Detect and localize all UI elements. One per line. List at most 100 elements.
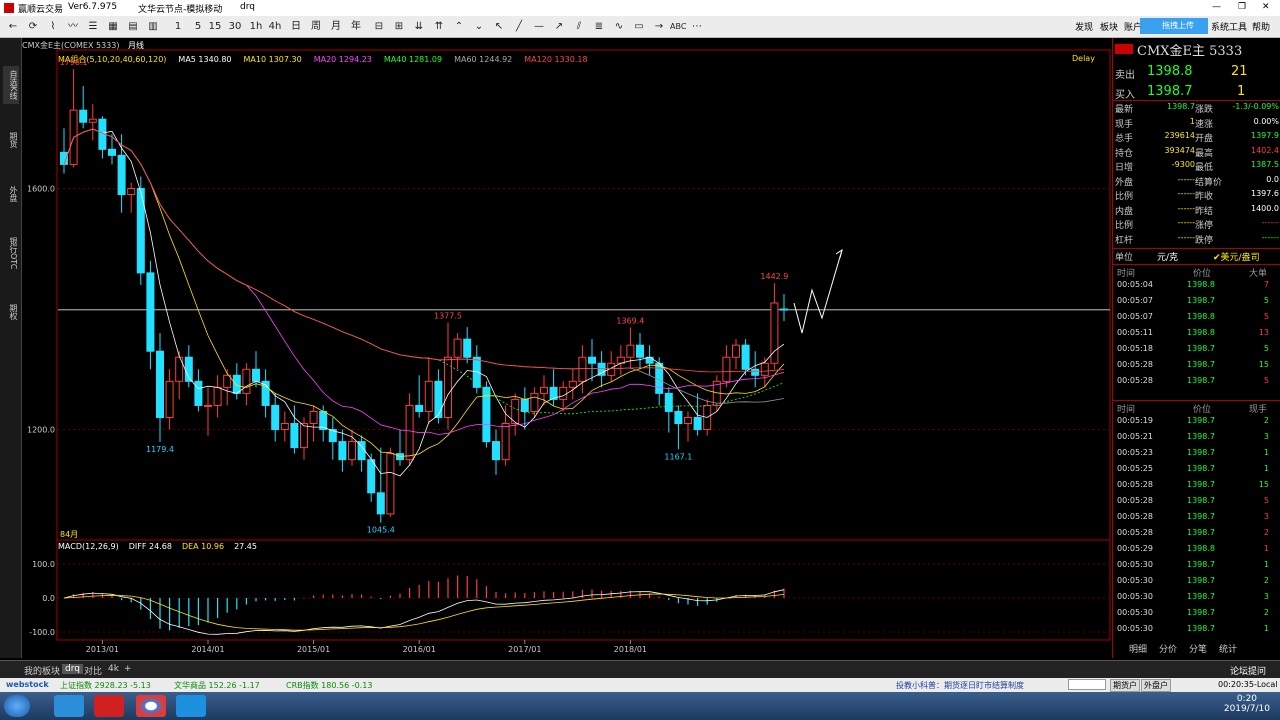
quote-footer-tab[interactable]: 统计 (1219, 642, 1237, 655)
sidebar-item-foreign[interactable]: 外盘 (3, 182, 19, 206)
period-15[interactable]: 15 (208, 19, 222, 35)
chevron-up-icon[interactable]: ⌃ (452, 19, 466, 35)
tab-my-sector[interactable]: 我的板块 (24, 664, 60, 677)
period-day[interactable]: 日 (289, 19, 303, 35)
menu-system-tools[interactable]: 系统工具 (1211, 20, 1247, 33)
arrow-icon[interactable]: → (652, 19, 666, 35)
notice-text[interactable]: 投教小科普：期货逐日盯市结算制度 (896, 680, 1024, 691)
close-icon[interactable]: ✕ (1262, 2, 1270, 12)
back-arrow-icon[interactable]: ← (6, 19, 20, 35)
zoom-out-icon[interactable]: ⊟ (372, 19, 386, 35)
sidebar-item-options[interactable]: 期权 (3, 300, 19, 324)
quote-row-value: 393474 (1164, 145, 1195, 155)
save-icon[interactable]: ▤ (126, 19, 140, 35)
period-4h[interactable]: 4h (268, 19, 282, 35)
quote-row-label: 日增 (1115, 163, 1134, 173)
quote-row-label: 现手 (1115, 119, 1134, 130)
tick-row-volume: 1 (1263, 464, 1269, 473)
minimize-icon[interactable]: — (1212, 2, 1221, 12)
bar-count-label: 84月 (60, 530, 78, 539)
period-1h[interactable]: 1h (249, 19, 263, 35)
quote-footer-tab[interactable]: 分笔 (1189, 642, 1207, 655)
tick-row-time: 00:05:28 (1117, 496, 1153, 505)
menu-sector[interactable]: 板块 (1100, 20, 1118, 33)
quote-row-value: 1398.7 (1167, 102, 1195, 111)
search-input[interactable] (1068, 679, 1106, 690)
x-tick-label: 2018/01 (614, 645, 647, 654)
cursor-icon[interactable]: ↖ (492, 19, 506, 35)
more-icon[interactable]: ⋯ (690, 19, 704, 35)
chevron-down-icon[interactable]: ⌄ (472, 19, 486, 35)
refresh-icon[interactable]: ⟳ (26, 19, 40, 35)
zoom-in-icon[interactable]: ⊞ (392, 19, 406, 35)
quote-footer-tab[interactable]: 明细 (1129, 642, 1147, 655)
index-crb[interactable]: CRB指数 180.56 -0.13 (286, 680, 372, 691)
tick-row-volume: 2 (1263, 416, 1269, 425)
wave-icon[interactable]: ∿ (612, 19, 626, 35)
buy-price[interactable]: 1398.7 (1147, 84, 1193, 99)
candle-body (88, 118, 97, 123)
x-tick-label: 2014/01 (191, 645, 224, 654)
start-button-icon[interactable] (4, 695, 30, 717)
sell-price[interactable]: 1398.8 (1147, 64, 1193, 79)
chart-panel[interactable]: CMX金E主(COMEX 5333) 月线 MA组合(5,10,20,40,60… (22, 38, 1112, 658)
trend-icon[interactable]: 〰 (66, 19, 80, 35)
move-up-icon[interactable]: ⇈ (432, 19, 446, 35)
ma-line-120 (63, 128, 785, 373)
forum-link[interactable]: 论坛提问 (1230, 664, 1266, 677)
grid-icon[interactable]: ▦ (106, 19, 120, 35)
taskbar-pin-icon[interactable] (176, 695, 206, 717)
candle-body (424, 380, 433, 412)
tick-row-volume: 2 (1263, 528, 1269, 537)
period-30[interactable]: 30 (228, 19, 242, 35)
table-icon[interactable]: ▥ (146, 19, 160, 35)
divider (1113, 264, 1280, 265)
channel-icon[interactable]: ⫽ (572, 19, 586, 35)
unit-alt-toggle[interactable]: ✔美元/盎司 (1213, 250, 1260, 263)
menu-help[interactable]: 帮助 (1252, 20, 1270, 33)
sidebar-item-watchlist[interactable]: 自选K线 (3, 66, 19, 104)
upload-button[interactable]: 拖拽上传 (1140, 18, 1208, 34)
menu-discover[interactable]: 发现 (1075, 20, 1093, 33)
futures-account-button[interactable]: 期货户 (1110, 679, 1140, 692)
big-order-row-price: 1398.7 (1187, 296, 1215, 305)
period-1[interactable]: 1 (171, 19, 185, 35)
fib-icon[interactable]: ≣ (592, 19, 606, 35)
index-wenhua[interactable]: 文华商品 152.26 -1.17 (174, 680, 260, 691)
ma-line-60 (63, 128, 785, 404)
candle-body (434, 380, 443, 418)
taskbar-app-icon[interactable] (54, 695, 84, 717)
candlestick-chart[interactable]: 1600.0 1200.0 1798.1 1179.4 1045.4 1377.5 1369… (22, 38, 1112, 658)
period-week[interactable]: 周 (309, 19, 323, 35)
restore-icon[interactable]: ❐ (1238, 2, 1246, 12)
period-month[interactable]: 月 (329, 19, 343, 35)
unit-value[interactable]: 元/克 (1157, 250, 1178, 263)
quote-list-icon[interactable]: ☰ (86, 19, 100, 35)
line-chart-icon[interactable]: ⌇ (46, 19, 60, 35)
draw-line-icon[interactable]: ╱ (512, 19, 526, 35)
system-clock[interactable]: 0:20 2019/7/10 (1224, 694, 1270, 714)
move-down-icon[interactable]: ⇊ (412, 19, 426, 35)
tab-compare[interactable]: 对比 (84, 664, 102, 677)
add-tab-icon[interactable]: + (124, 664, 132, 674)
sidebar-item-futures[interactable]: 期货 (3, 128, 19, 152)
period-5[interactable]: 5 (191, 19, 205, 35)
price-extreme-label: 1167.1 (664, 452, 692, 461)
period-year[interactable]: 年 (349, 19, 363, 35)
taskbar-wh6-icon[interactable] (94, 695, 124, 717)
chrome-icon[interactable] (136, 695, 166, 717)
index-shanghai[interactable]: 上证指数 2928.23 -5.13 (60, 680, 151, 691)
quote-row-value: ------ (1177, 218, 1195, 227)
rect-icon[interactable]: ▭ (632, 19, 646, 35)
hline-icon[interactable]: — (532, 19, 546, 35)
price-extreme-label: 1045.4 (367, 526, 395, 535)
quote-footer-tab[interactable]: 分价 (1159, 642, 1177, 655)
quote-row-value: 0.00% (1253, 116, 1279, 126)
ray-icon[interactable]: ↗ (552, 19, 566, 35)
sidebar-item-bank-otc[interactable]: 银行OTC (3, 236, 19, 270)
tab-drq[interactable]: drq (62, 664, 83, 674)
tick-header-price: 价位 (1193, 405, 1212, 415)
tab-4k[interactable]: 4k (108, 664, 119, 674)
foreign-account-button[interactable]: 外盘户 (1141, 679, 1171, 692)
text-tool-icon[interactable]: ABC (670, 19, 686, 35)
